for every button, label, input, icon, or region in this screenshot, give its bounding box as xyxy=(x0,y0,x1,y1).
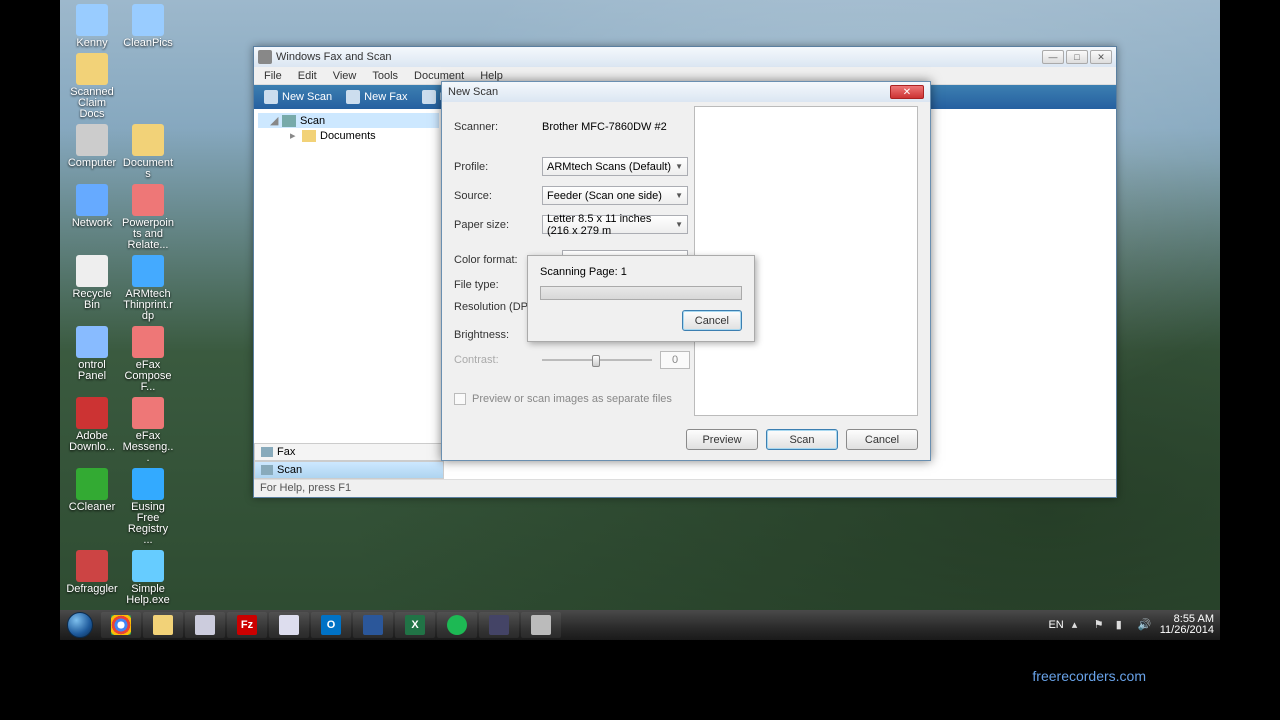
paper-label: Paper size: xyxy=(454,219,542,231)
taskbar-spotify[interactable] xyxy=(437,612,477,638)
desktop-icon[interactable]: eFax Compose F... xyxy=(122,326,174,393)
new-scan-button[interactable]: New Scan xyxy=(258,88,338,106)
tray-clock[interactable]: 8:55 AM11/26/2014 xyxy=(1160,614,1214,636)
wfs-app-icon xyxy=(258,50,272,64)
desktop-icon[interactable]: Network xyxy=(66,184,118,229)
menu-edit[interactable]: Edit xyxy=(290,68,325,84)
close-button[interactable]: ✕ xyxy=(1090,50,1112,64)
desktop-icon[interactable]: Kenny xyxy=(66,4,118,49)
contrast-value: 0 xyxy=(660,351,690,369)
desktop-icon[interactable]: ontrol Panel xyxy=(66,326,118,382)
taskbar-faxscan[interactable] xyxy=(521,612,561,638)
scan-icon xyxy=(264,90,278,104)
contrast-slider xyxy=(542,353,652,367)
watermark: freerecorders.com xyxy=(1032,668,1146,684)
desktop-icon[interactable]: eFax Messeng... xyxy=(122,397,174,464)
tray-language[interactable]: EN xyxy=(1048,619,1063,631)
taskbar-explorer[interactable] xyxy=(143,612,183,638)
taskbar-app3[interactable] xyxy=(353,612,393,638)
progress-bar xyxy=(540,286,742,300)
forward-icon xyxy=(422,90,436,104)
tray-flag-icon[interactable]: ⚑ xyxy=(1094,618,1108,632)
desktop-icon[interactable]: CleanPics xyxy=(122,4,174,49)
taskbar-app2[interactable] xyxy=(269,612,309,638)
taskbar-excel[interactable]: X xyxy=(395,612,435,638)
desktop-icon[interactable]: Adobe Downlo... xyxy=(66,397,118,453)
tab-scan[interactable]: Scan xyxy=(254,461,444,479)
tree-documents[interactable]: ▸Documents xyxy=(258,128,439,143)
tray-network-icon[interactable]: ▮ xyxy=(1116,618,1130,632)
desktop-icon[interactable]: Documents xyxy=(122,124,174,180)
nav-tree: ◢Scan ▸Documents xyxy=(254,109,444,479)
tree-scan[interactable]: ◢Scan xyxy=(258,113,439,128)
desktop-icons: KennyCleanPicsScanned Claim DocsComputer… xyxy=(64,2,184,608)
tray-up-icon[interactable]: ▴ xyxy=(1072,618,1086,632)
profile-select[interactable]: ARMtech Scans (Default)▼ xyxy=(542,157,688,176)
desktop-icon[interactable]: Simple Help.exe xyxy=(122,550,174,606)
taskbar-filezilla[interactable]: Fz xyxy=(227,612,267,638)
cancel-button[interactable]: Cancel xyxy=(846,429,918,450)
taskbar-app1[interactable] xyxy=(185,612,225,638)
progress-cancel-button[interactable]: Cancel xyxy=(682,310,742,331)
wfs-title: Windows Fax and Scan xyxy=(276,51,1042,63)
paper-select[interactable]: Letter 8.5 x 11 inches (216 x 279 m▼ xyxy=(542,215,688,234)
source-select[interactable]: Feeder (Scan one side)▼ xyxy=(542,186,688,205)
taskbar-chrome[interactable] xyxy=(101,612,141,638)
menu-file[interactable]: File xyxy=(256,68,290,84)
desktop-icon[interactable]: Computer xyxy=(66,124,118,169)
system-tray: EN ▴ ⚑ ▮ 🔊 8:55 AM11/26/2014 xyxy=(1042,614,1220,636)
wfs-titlebar[interactable]: Windows Fax and Scan — □ ✕ xyxy=(254,47,1116,67)
menu-tools[interactable]: Tools xyxy=(364,68,406,84)
desktop-icon[interactable]: Scanned Claim Docs xyxy=(66,53,118,120)
tray-volume-icon[interactable]: 🔊 xyxy=(1138,618,1152,632)
scanning-progress-dialog: Scanning Page: 1 Cancel xyxy=(527,255,755,342)
contrast-label: Contrast: xyxy=(454,354,542,366)
menu-view[interactable]: View xyxy=(325,68,365,84)
desktop-icon[interactable]: ARMtech Thinprint.rdp xyxy=(122,255,174,322)
dialog-titlebar[interactable]: New Scan ✕ xyxy=(442,82,930,102)
preview-button[interactable]: Preview xyxy=(686,429,758,450)
source-label: Source: xyxy=(454,190,542,202)
taskbar-outlook[interactable]: O xyxy=(311,612,351,638)
desktop-icon[interactable]: Defraggler xyxy=(66,550,118,595)
new-fax-button[interactable]: New Fax xyxy=(340,88,413,106)
desktop: KennyCleanPicsScanned Claim DocsComputer… xyxy=(60,0,1220,640)
desktop-icon[interactable]: CCleaner xyxy=(66,468,118,513)
statusbar: For Help, press F1 xyxy=(254,479,1116,497)
desktop-icon[interactable]: Powerpoints and Relate... xyxy=(122,184,174,251)
taskbar-app4[interactable] xyxy=(479,612,519,638)
taskbar: Fz O X EN ▴ ⚑ ▮ 🔊 8:55 AM11/26/2014 xyxy=(60,610,1220,640)
scan-button[interactable]: Scan xyxy=(766,429,838,450)
profile-label: Profile: xyxy=(454,161,542,173)
start-button[interactable] xyxy=(60,610,100,640)
scanner-label: Scanner: xyxy=(454,121,542,133)
desktop-icon[interactable]: Eusing Free Registry ... xyxy=(122,468,174,546)
tab-fax[interactable]: Fax xyxy=(254,443,444,461)
maximize-button[interactable]: □ xyxy=(1066,50,1088,64)
progress-text: Scanning Page: 1 xyxy=(540,266,742,278)
desktop-icon[interactable]: Recycle Bin xyxy=(66,255,118,311)
minimize-button[interactable]: — xyxy=(1042,50,1064,64)
dialog-close-button[interactable]: ✕ xyxy=(890,85,924,99)
fax-icon xyxy=(346,90,360,104)
